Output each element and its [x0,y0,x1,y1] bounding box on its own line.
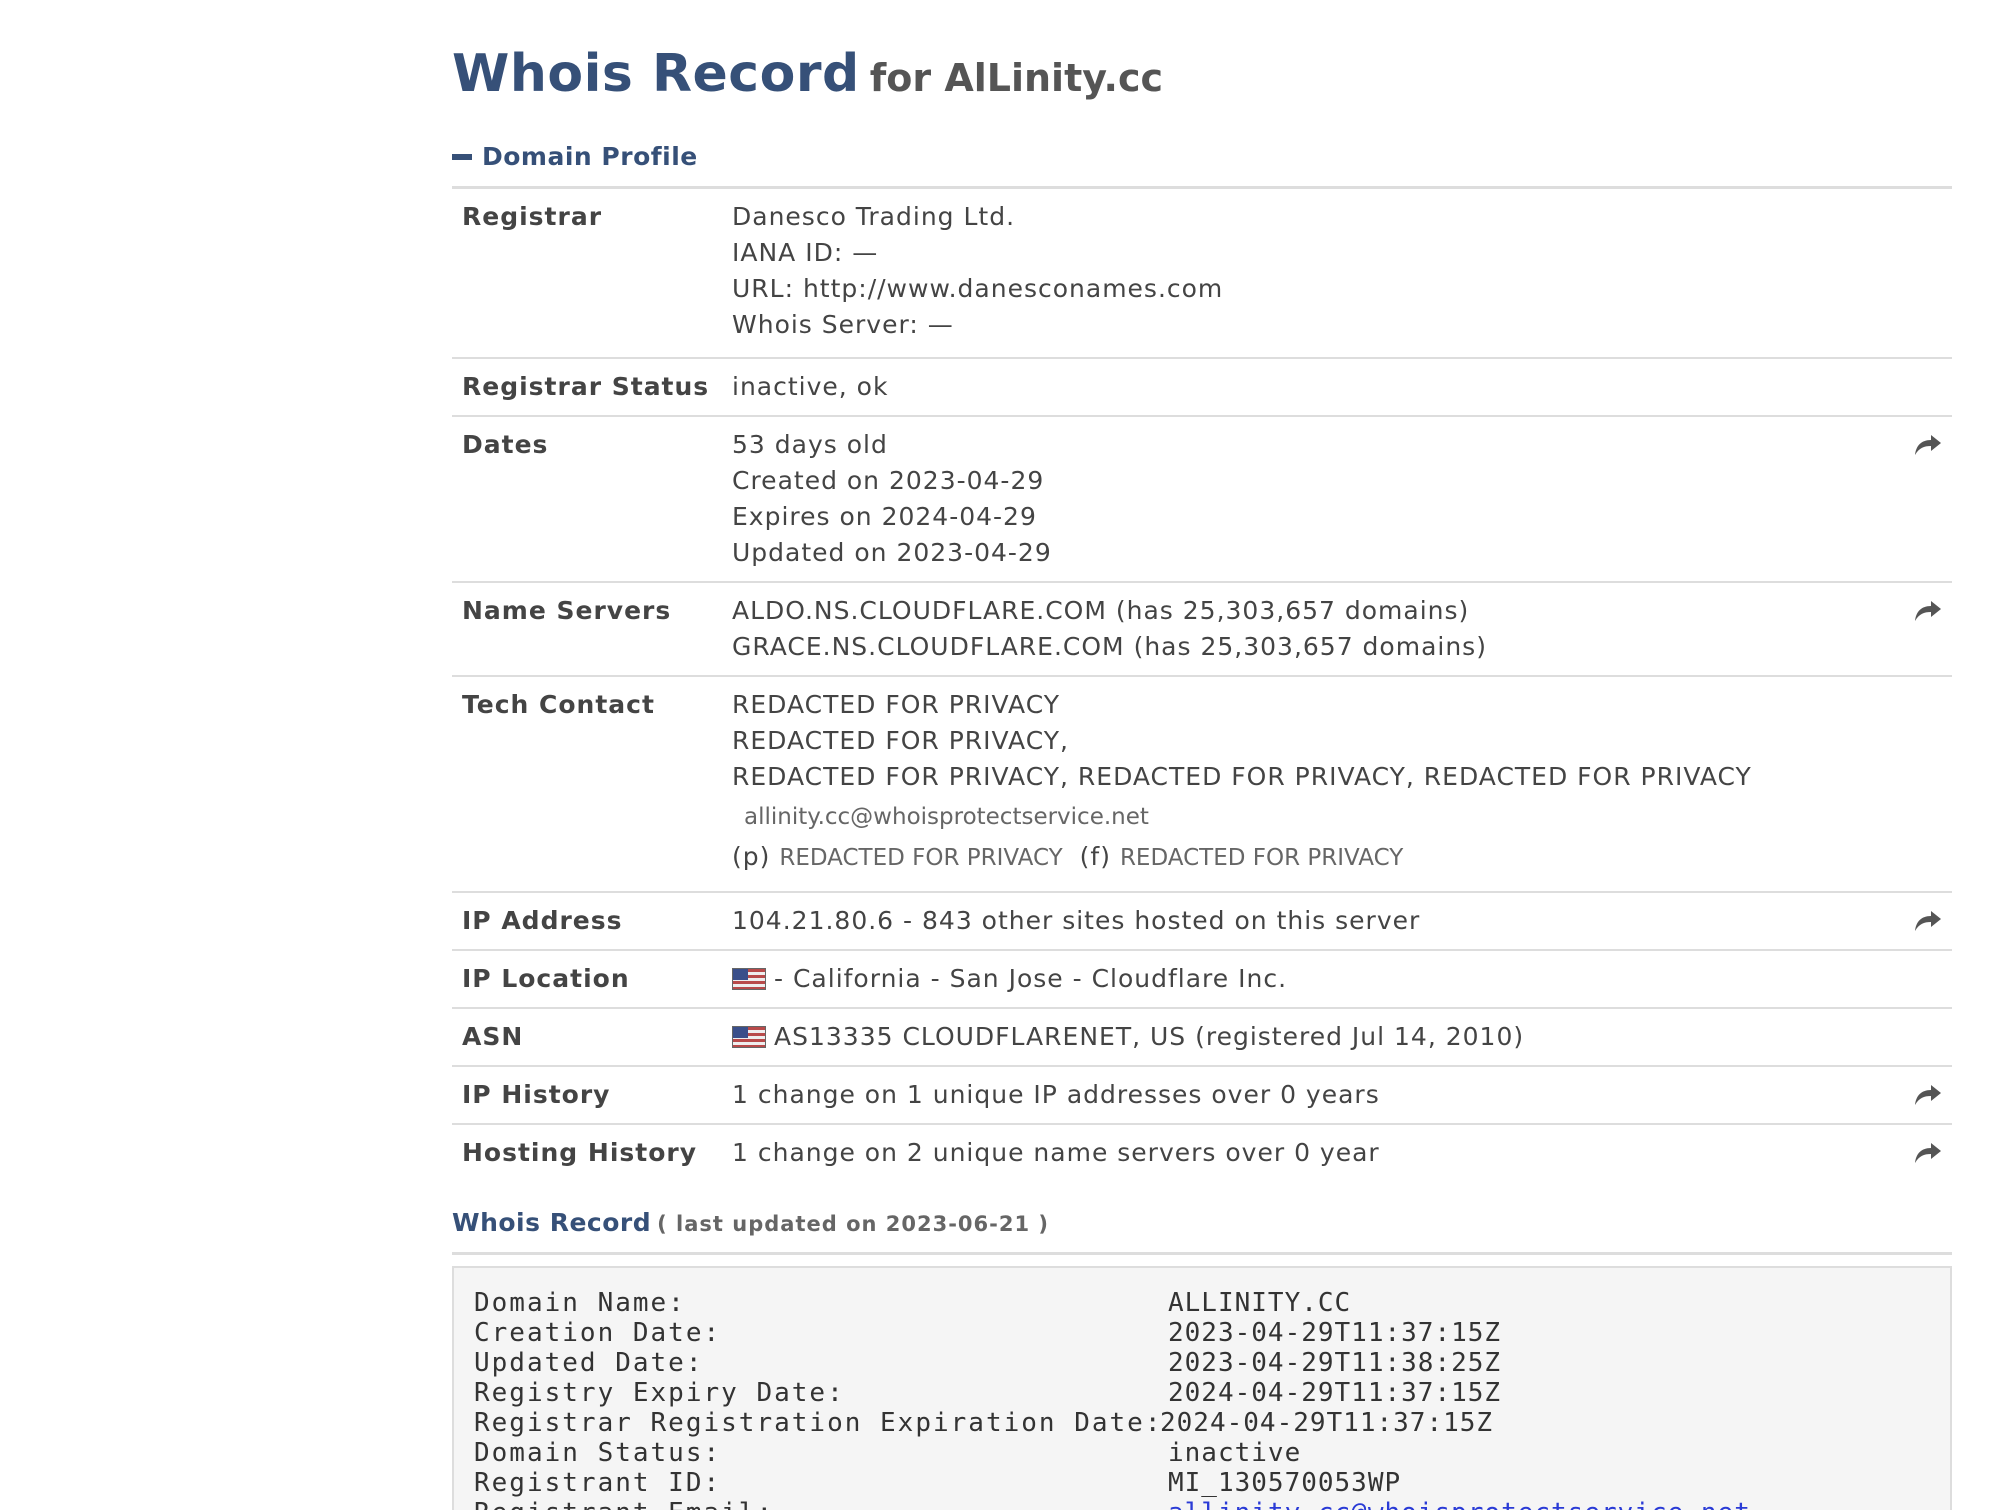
row-name-servers: Name Servers ALDO.NS.CLOUDFLARE.COM (has… [452,583,1952,677]
hosting-history-value[interactable]: 1 change on 2 unique name servers over 0… [732,1135,1380,1171]
raw-line: Registrant ID: MI_130570053WP [474,1468,1751,1498]
registrar-status-value: inactive, ok [732,372,889,401]
tech-contact-org: REDACTED FOR PRIVACY, [732,726,1069,755]
domain-profile-title: Domain Profile [482,142,698,171]
raw-key: Registrant ID: [474,1468,722,1498]
row-tech-contact: Tech Contact REDACTED FOR PRIVACY REDACT… [452,677,1952,893]
tech-contact-name: REDACTED FOR PRIVACY [732,690,1061,719]
created-date: Created on 2023-04-29 [732,466,1045,495]
domain-age: 53 days old [732,430,888,459]
ip-address-value[interactable]: 104.21.80.6 - 843 other sites hosted on … [732,903,1420,939]
whois-divider [452,1252,1952,1255]
registrar-status-label: Registrar Status [462,372,710,401]
row-ip-history: IP History 1 change on 1 unique IP addre… [452,1067,1952,1125]
raw-key: Updated Date: [474,1348,704,1378]
ip-history-value[interactable]: 1 change on 1 unique IP addresses over 0… [732,1077,1380,1113]
row-registrar-status: Registrar Status inactive, ok [452,359,1952,417]
name-server-1: ALDO.NS.CLOUDFLARE.COM (has 25,303,657 d… [732,596,1470,625]
fax-prefix: (f) [1079,842,1111,871]
registrar-whois-server: Whois Server: — [732,310,954,339]
raw-value: MI_130570053WP [1168,1468,1402,1498]
tech-contact-value: REDACTED FOR PRIVACY REDACTED FOR PRIVAC… [732,687,1752,878]
ip-location-text: - California - San Jose - Cloudflare Inc… [774,964,1288,993]
raw-key: Domain Name: [474,1288,686,1318]
updated-date: Updated on 2023-04-29 [732,538,1052,567]
share-arrow-icon[interactable] [1914,909,1942,933]
raw-value: 2024-04-29T11:37:15Z [1168,1378,1502,1408]
whois-last-updated: ( last updated on 2023-06-21 ) [657,1212,1050,1236]
row-registrar: Registrar Danesco Trading Ltd. IANA ID: … [452,189,1952,359]
registrar-iana-id: IANA ID: — [732,238,879,267]
raw-line: Updated Date: 2023-04-29T11:38:25Z [474,1348,1751,1378]
whois-record-title[interactable]: Whois Record [452,1208,651,1237]
row-ip-location: IP Location - California - San Jose - Cl… [452,951,1952,1009]
raw-line: Creation Date: 2023-04-29T11:37:15Z [474,1318,1751,1348]
raw-line: Domain Name: ALLINITY.CC [474,1288,1751,1318]
share-arrow-icon[interactable] [1914,1141,1942,1165]
expires-date: Expires on 2024-04-29 [732,502,1037,531]
tech-contact-fax: REDACTED FOR PRIVACY [1119,845,1404,871]
raw-line: Registrant Email:allinity.cc@whoisprotec… [474,1498,1751,1510]
row-hosting-history: Hosting History 1 change on 2 unique nam… [452,1125,1952,1183]
raw-value: ALLINITY.CC [1168,1288,1352,1318]
hosting-history-label: Hosting History [462,1138,698,1167]
us-flag-icon [732,1026,766,1048]
domain-profile-toggle[interactable]: Domain Profile [452,142,698,171]
registrar-value: Danesco Trading Ltd. IANA ID: — URL: htt… [732,199,1223,343]
page-title-domain: for AlLinity.cc [869,56,1164,100]
raw-value: 2024-04-29T11:37:15Z [1160,1408,1494,1438]
name-server-2: GRACE.NS.CLOUDFLARE.COM (has 25,303,657 … [732,632,1487,661]
row-dates: Dates 53 days old Created on 2023-04-29 … [452,417,1952,583]
registrar-label: Registrar [462,202,603,231]
raw-key: Creation Date: [474,1318,722,1348]
share-arrow-icon[interactable] [1914,433,1942,457]
registrar-url: URL: http://www.danesconame​s.com [732,274,1224,303]
tech-contact-address: REDACTED FOR PRIVACY, REDACTED FOR PRIVA… [732,762,1752,791]
row-ip-address: IP Address 104.21.80.6 - 843 other sites… [452,893,1952,951]
asn-label: ASN [462,1022,524,1051]
share-arrow-icon[interactable] [1914,1083,1942,1107]
registrant-email-link[interactable]: allinity.cc@whoisprotectservice.net [1168,1498,1751,1510]
raw-value: inactive [1168,1438,1302,1468]
raw-key: Registrant Email: [474,1498,1168,1510]
tech-contact-label: Tech Contact [462,690,655,719]
page-title-main: Whois Record [452,44,860,104]
asn-text: AS13335 CLOUDFLARENET, US (registered Ju… [774,1022,1525,1051]
raw-value: 2023-04-29T11:37:15Z [1168,1318,1502,1348]
tech-contact-phone-line: (p) REDACTED FOR PRIVACY (f) REDACTED FO… [732,837,1752,878]
ip-location-label: IP Location [462,964,630,993]
raw-line: Registrar Registration Expiration Date:2… [474,1408,1751,1438]
raw-whois-text: Domain Name: ALLINITY.CC Creation Date: 20… [474,1288,1751,1510]
dates-value: 53 days old Created on 2023-04-29 Expire… [732,427,1052,571]
name-servers-label: Name Servers [462,596,672,625]
minus-icon[interactable] [452,153,472,160]
share-arrow-icon[interactable] [1914,599,1942,623]
tech-contact-email: allinity.cc@whoisprotectservice.net [744,804,1149,830]
ip-address-label: IP Address [462,906,623,935]
raw-line: Domain Status: inactive [474,1438,1751,1468]
phone-prefix: (p) [732,842,771,871]
us-flag-icon [732,968,766,990]
row-asn: ASN AS13335 CLOUDFLARENET, US (registere… [452,1009,1952,1067]
asn-value: AS13335 CLOUDFLARENET, US (registered Ju… [732,1019,1524,1055]
page-title: Whois Record for AlLinity.cc [452,44,1163,104]
dates-label: Dates [462,430,549,459]
ip-location-value: - California - San Jose - Cloudflare Inc… [732,961,1287,997]
raw-key: Domain Status: [474,1438,722,1468]
tech-contact-email-line: allinity.cc@whoisprotectservice.net [732,795,1752,837]
raw-whois-box: Domain Name: ALLINITY.CC Creation Date: 20… [452,1266,1952,1510]
name-servers-value: ALDO.NS.CLOUDFLARE.COM (has 25,303,657 d… [732,593,1487,665]
tech-contact-phone: REDACTED FOR PRIVACY [779,845,1063,871]
raw-line: Registry Expiry Date: 2024-04-29T11:37:15… [474,1378,1751,1408]
domain-profile-table: Registrar Danesco Trading Ltd. IANA ID: … [452,189,1952,1183]
ip-history-label: IP History [462,1080,611,1109]
registrar-name: Danesco Trading Ltd. [732,202,1016,231]
whois-record-header: Whois Record( last updated on 2023-06-21… [452,1208,1049,1237]
raw-key: Registrar Registration Expiration Date: [474,1408,1163,1438]
raw-value: 2023-04-29T11:38:25Z [1168,1348,1502,1378]
raw-key: Registry Expiry Date: [474,1378,845,1408]
